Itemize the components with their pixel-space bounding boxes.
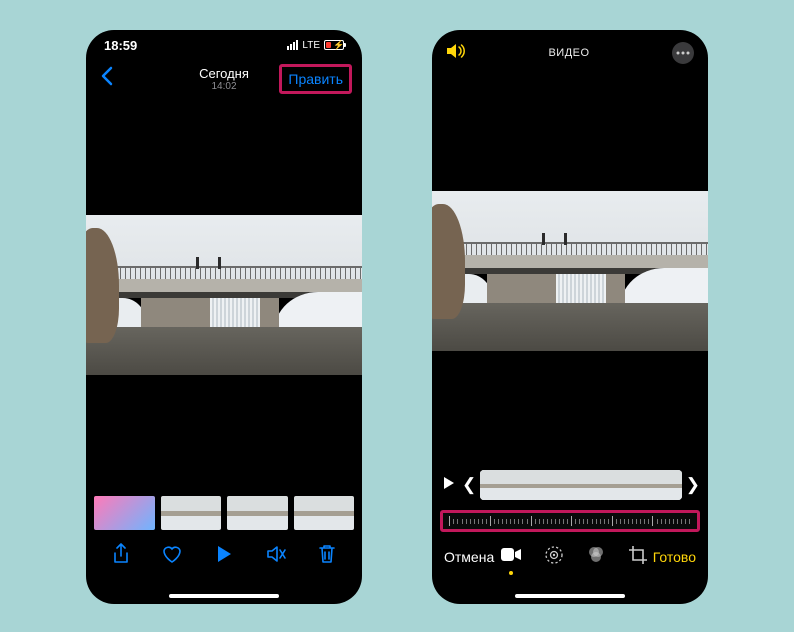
adjust-tool[interactable] <box>544 545 564 570</box>
status-indicators: LTE ⚡ <box>287 40 344 51</box>
trim-handle-right[interactable]: ❯ <box>686 475 700 495</box>
back-button[interactable] <box>96 66 117 92</box>
chevron-left-icon <box>100 66 113 86</box>
play-icon <box>443 476 455 490</box>
editor-preview-area[interactable] <box>432 76 708 466</box>
speaker-mute-icon <box>265 544 287 564</box>
nav-bar: Сегодня 14:02 Править <box>86 60 362 98</box>
filters-icon <box>586 545 606 565</box>
ellipsis-icon <box>676 51 690 55</box>
home-indicator[interactable] <box>515 594 625 598</box>
filters-tool[interactable] <box>586 545 606 570</box>
status-bar: 18:59 LTE ⚡ <box>86 30 362 60</box>
timeline-play-button[interactable] <box>440 476 458 494</box>
network-label: LTE <box>302 40 320 51</box>
speaker-icon <box>446 43 466 59</box>
edit-button[interactable]: Править <box>279 64 352 94</box>
thumbnail[interactable] <box>94 496 155 530</box>
video-frame <box>86 215 362 375</box>
scrubber-ticks <box>449 516 690 526</box>
video-preview-area[interactable] <box>86 98 362 492</box>
crop-icon <box>628 545 648 565</box>
video-icon <box>500 547 522 562</box>
editor-toolbar: Отмена Готово <box>432 536 708 578</box>
bottom-toolbar <box>86 534 362 580</box>
crop-tool[interactable] <box>628 545 648 570</box>
play-icon <box>215 544 233 564</box>
done-button[interactable]: Готово <box>653 549 696 565</box>
share-icon <box>112 543 130 565</box>
editor-title: ВИДЕО <box>548 47 589 59</box>
cancel-button[interactable]: Отмена <box>444 549 494 565</box>
mute-button[interactable] <box>265 544 287 570</box>
phone-viewer: 18:59 LTE ⚡ Сегодня 14:02 Править <box>86 30 362 604</box>
signal-icon <box>287 40 298 50</box>
adjust-icon <box>544 545 564 565</box>
trash-icon <box>318 543 336 565</box>
home-indicator[interactable] <box>169 594 279 598</box>
status-time: 18:59 <box>104 38 137 53</box>
video-tool[interactable] <box>500 547 522 567</box>
battery-icon: ⚡ <box>324 40 344 50</box>
share-button[interactable] <box>112 543 130 571</box>
editor-header: ВИДЕО <box>432 30 708 76</box>
heart-icon <box>161 544 183 564</box>
thumbnail[interactable] <box>227 496 288 530</box>
favorite-button[interactable] <box>161 544 183 570</box>
delete-button[interactable] <box>318 543 336 571</box>
volume-button[interactable] <box>446 43 466 64</box>
thumbnail[interactable] <box>161 496 222 530</box>
thumbnail[interactable] <box>294 496 355 530</box>
trim-handle-left[interactable]: ❮ <box>462 475 476 495</box>
more-button[interactable] <box>672 42 694 64</box>
edit-tool-group <box>500 545 648 570</box>
adjustment-scrubber[interactable] <box>440 510 700 532</box>
timeline-frames[interactable] <box>480 470 682 500</box>
video-frame <box>432 191 708 351</box>
thumbnail-strip[interactable] <box>86 492 362 534</box>
phone-editor: ВИДЕО ❮ <box>432 30 708 604</box>
timeline-row: ❮ ❯ <box>432 466 708 504</box>
play-button[interactable] <box>215 544 233 570</box>
